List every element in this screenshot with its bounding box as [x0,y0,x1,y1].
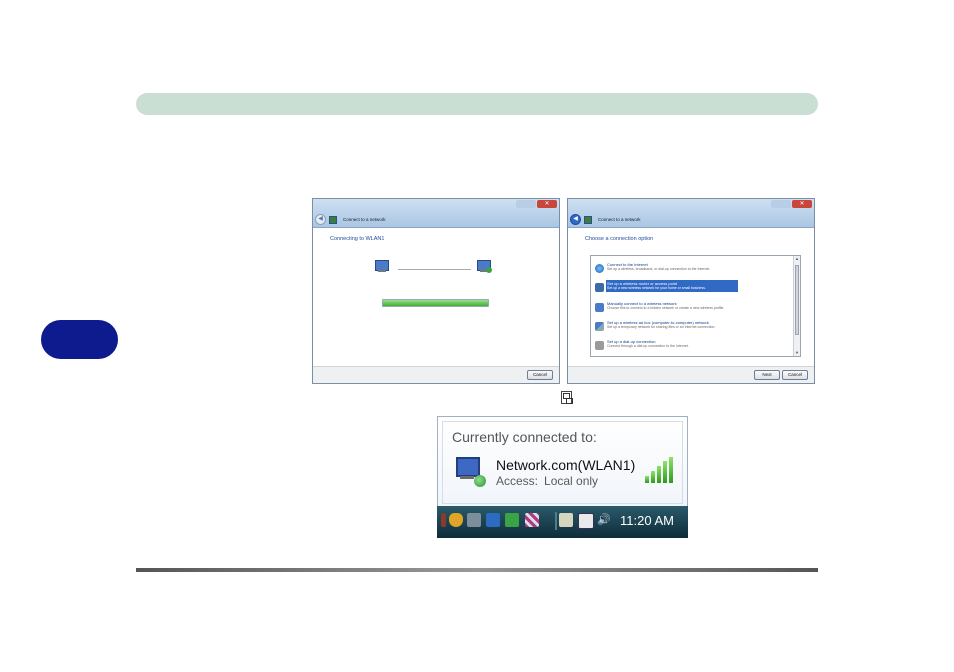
hidden-icons-arrow-icon[interactable] [441,513,446,527]
connection-line [398,269,471,270]
connection-option-dialog: ✕ ◀ Connect to a network Choose a connec… [567,198,815,384]
option-dialup[interactable]: Set up a dial-up connection Connect throu… [593,338,789,354]
display-icon[interactable] [486,513,500,527]
option-description: Set up a wireless, broadband, or dial-up… [607,267,711,271]
scrollbar[interactable]: ▲ ▼ [793,256,800,356]
globe-icon [595,264,604,273]
dialog-footer: Cancel [313,366,559,383]
header-bar [136,93,818,115]
scroll-down-icon[interactable]: ▼ [794,350,800,356]
network-icon [584,215,592,224]
access-label: Access: [496,474,539,488]
option-description: Choose this to connect to a hidden netwo… [607,306,725,310]
option-manual-wireless[interactable]: Manually connect to a wireless network Ch… [593,300,789,316]
window-controls[interactable] [771,200,791,208]
monitor-icon[interactable] [467,513,481,527]
phone-icon [595,341,604,350]
clock[interactable]: 11:20 AM [620,513,674,528]
network-status-popup: Currently connected to: Network.com(WLAN… [437,416,688,509]
option-description: Set up a temporary network for sharing f… [607,325,716,329]
dialog-body: Connecting to WLAN1 [313,228,559,367]
footer-rule [136,568,818,572]
connection-options-list: Connect to the Internet Set up a wireless… [590,255,801,357]
close-button[interactable]: ✕ [537,200,557,208]
adhoc-icon [595,322,604,331]
app-icon[interactable] [505,513,519,527]
back-button[interactable]: ◀ [315,214,326,225]
tray-separator [555,512,557,530]
option-adhoc-network[interactable]: Set up a wireless ad hoc (computer-to-co… [593,319,789,335]
connecting-dialog: ✕ ◀ Connect to a network Connecting to W… [312,198,560,384]
title-bar: ✕ ◀ Connect to a network [568,199,814,228]
computer-icon [374,260,390,273]
access-value: Local only [544,474,599,488]
cancel-button[interactable]: Cancel [782,370,808,380]
network-icon [329,215,337,224]
back-button[interactable]: ◀ [570,214,581,225]
popup-title: Currently connected to: [452,429,597,445]
scroll-up-icon[interactable]: ▲ [794,256,800,262]
volume-icon[interactable]: 🔊 [597,513,611,527]
access-status: Access: Local only [496,474,604,488]
security-shield-icon[interactable] [449,513,463,527]
signal-strength-icon [645,457,673,483]
scroll-thumb[interactable] [795,265,799,335]
cancel-button[interactable]: Cancel [527,370,553,380]
network-computer-icon [476,260,492,273]
window-title: Connect to a network [343,217,386,222]
option-setup-router[interactable]: Set up a wireless router or access point… [593,280,789,296]
connecting-heading: Connecting to WLAN1 [330,236,385,242]
chapter-tab [41,320,118,359]
progress-fill [383,300,488,306]
close-button[interactable]: ✕ [792,200,812,208]
router-icon [595,283,604,292]
network-tray-icon[interactable] [578,513,594,529]
dialog-footer: Next Cancel [568,366,814,383]
wireless-pc-icon [595,303,604,312]
dialog-body: Choose a connection option Connect to th… [568,228,814,367]
network-tray-icon [561,391,573,404]
utility-icon[interactable] [525,513,539,527]
network-name: Network.com(WLAN1) [496,457,636,473]
title-bar: ✕ ◀ Connect to a network [313,199,559,228]
option-description: Set up a new wireless network for your h… [607,286,706,290]
power-icon[interactable] [559,513,573,527]
next-button[interactable]: Next [754,370,780,380]
option-description: Connect through a dial-up connection to … [607,344,689,348]
window-controls[interactable] [516,200,536,208]
taskbar-tray: 🔊 11:20 AM [437,506,688,538]
progress-bar [382,299,489,307]
choose-option-heading: Choose a connection option [585,236,654,242]
network-computer-icon [454,457,486,487]
window-title: Connect to a network [598,217,641,222]
option-connect-internet[interactable]: Connect to the Internet Set up a wireless… [593,261,789,277]
